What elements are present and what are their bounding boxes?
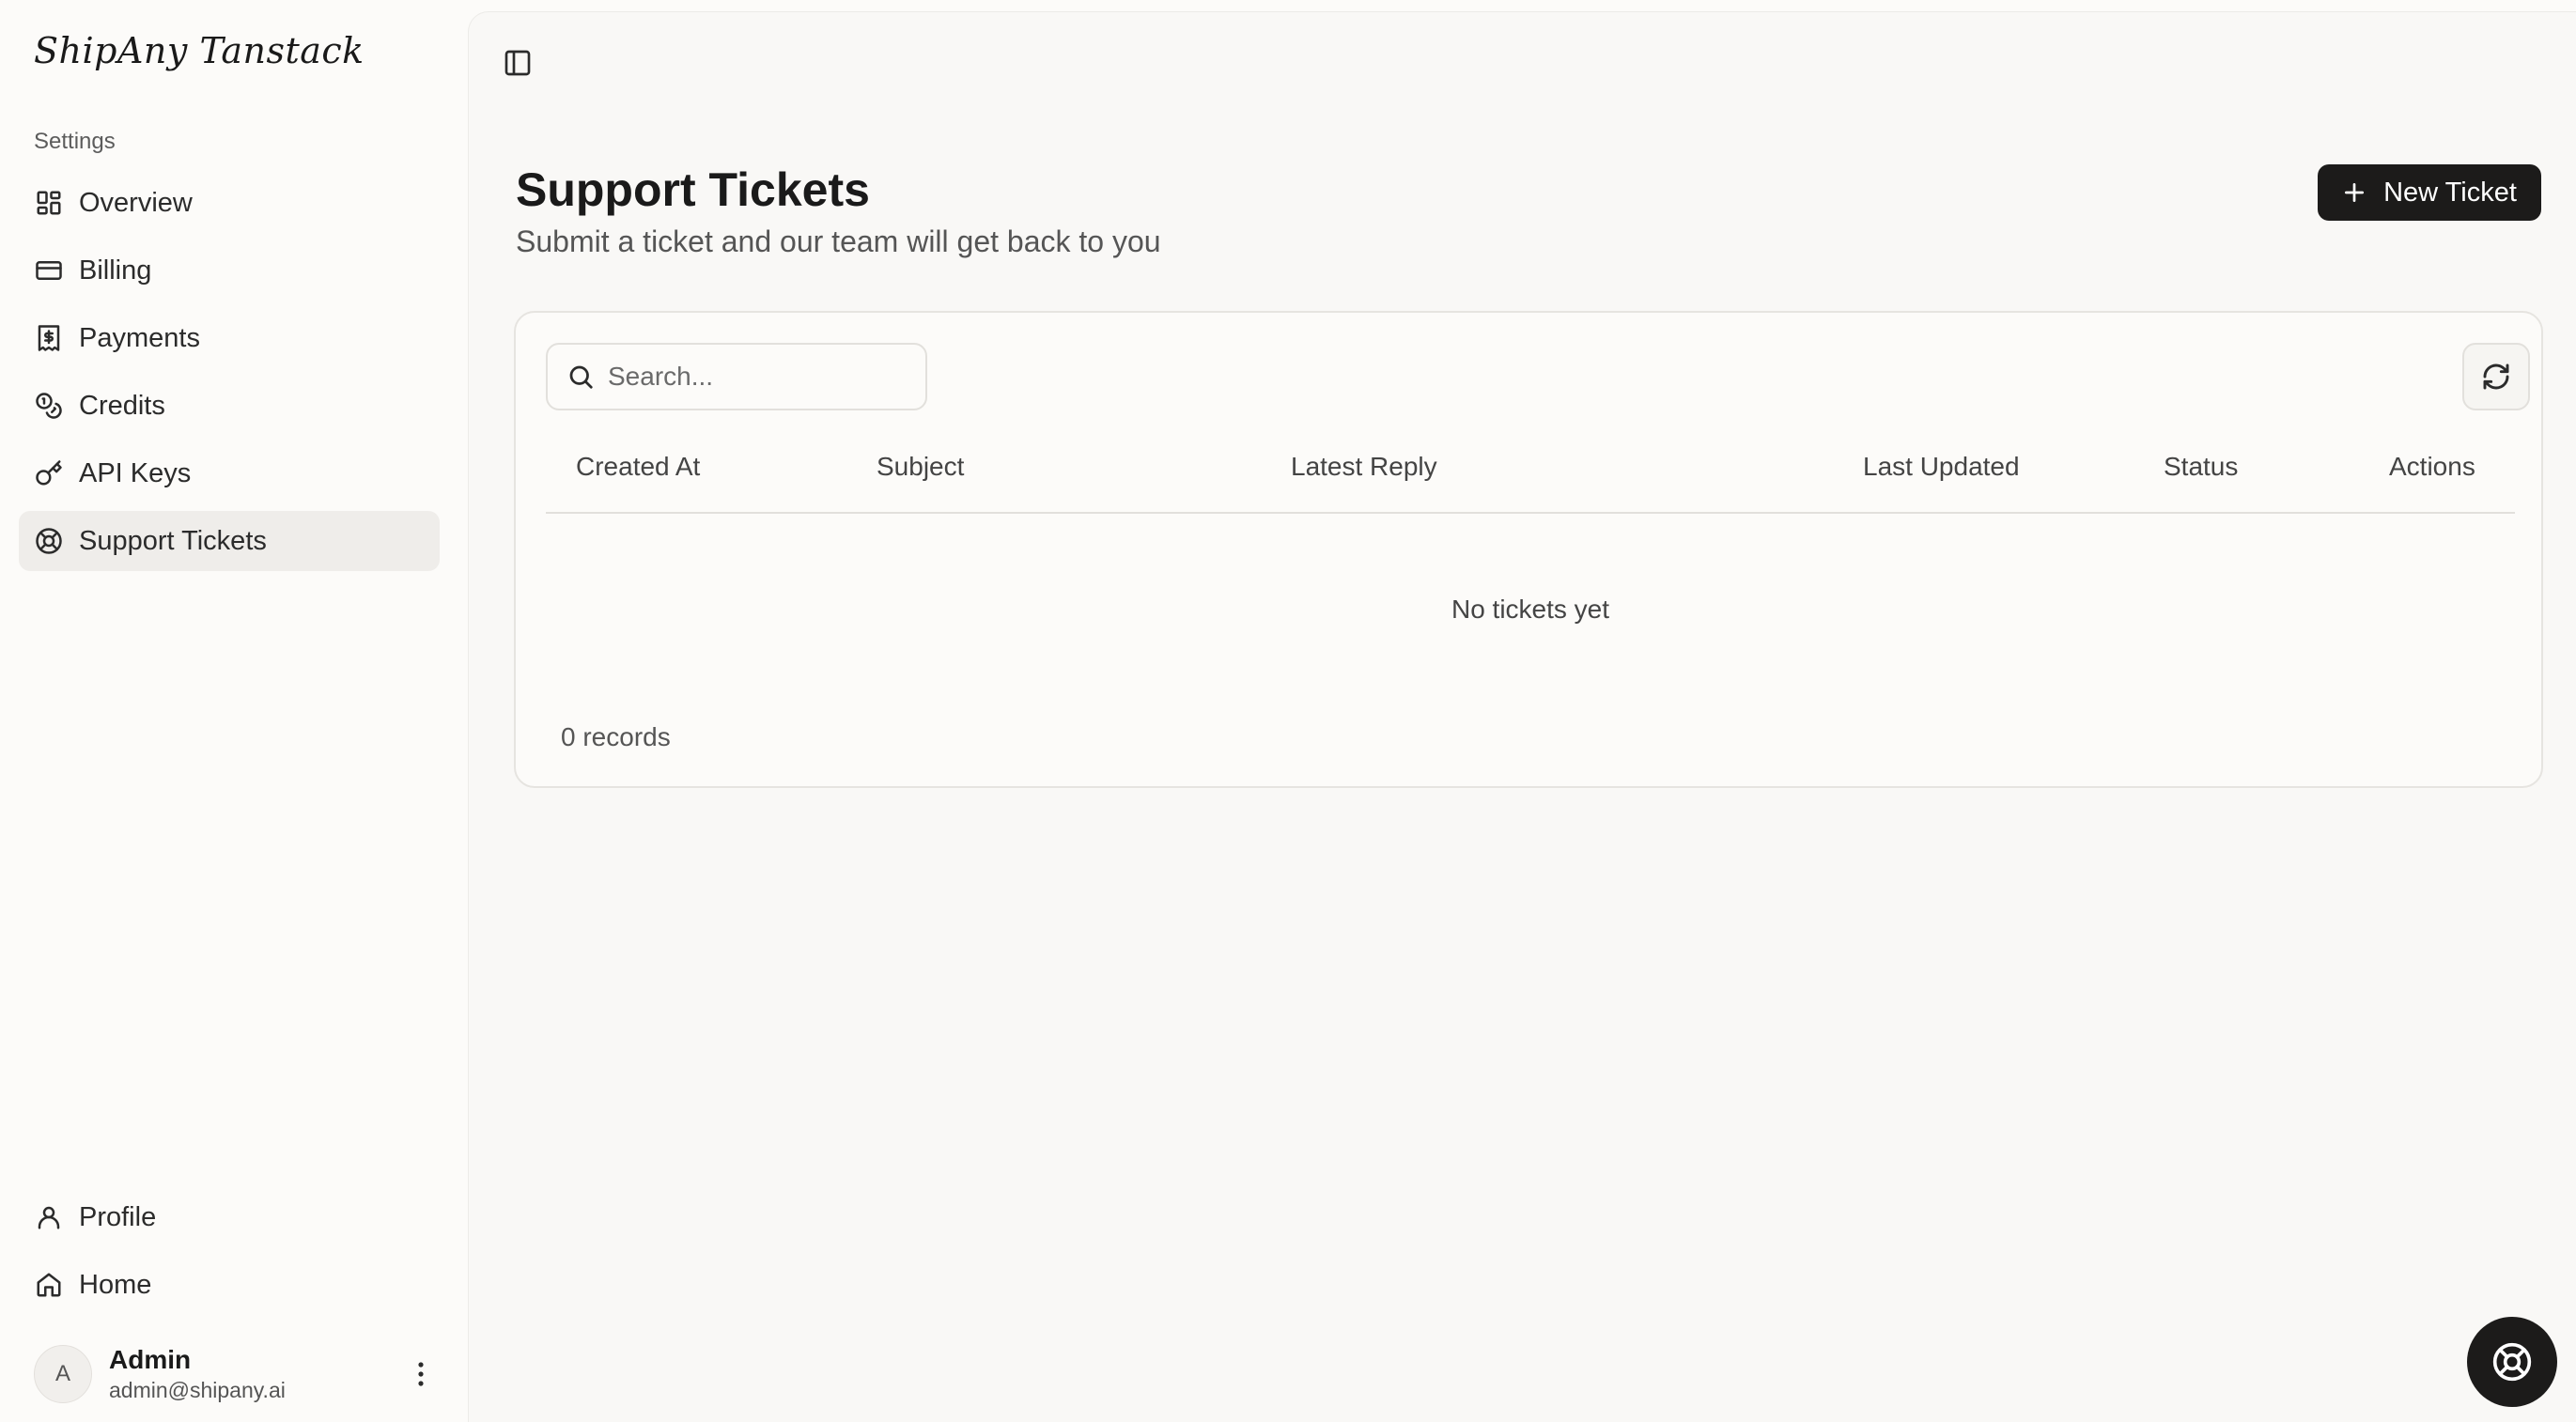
avatar: A [34,1345,92,1403]
sidebar-item-home[interactable]: Home [19,1255,440,1315]
new-ticket-button-label: New Ticket [2383,177,2517,208]
sidebar-item-credits[interactable]: Credits [19,376,440,436]
sidebar-item-label: Billing [79,255,152,286]
refresh-button[interactable] [2462,343,2530,410]
records-count: 0 records [561,722,671,751]
sidebar-item-billing[interactable]: Billing [19,240,440,301]
sidebar-item-label: Overview [79,187,193,218]
page-subtitle: Submit a ticket and our team will get ba… [516,224,1161,258]
key-icon [34,458,64,488]
more-vertical-icon[interactable] [402,1355,440,1393]
sidebar-item-api-keys[interactable]: API Keys [19,443,440,503]
page-title: Support Tickets [516,163,870,216]
coins-icon [34,391,64,421]
main-content: Support Tickets Submit a ticket and our … [468,11,2576,1422]
sidebar-bottom-nav: Profile Home [19,1187,440,1322]
user-name: Admin [109,1345,192,1374]
tickets-card: Created At Subject Latest Reply Last Upd… [514,311,2543,788]
user-icon [34,1202,64,1232]
column-header-subject[interactable]: Subject [877,452,964,482]
sidebar-item-label: Support Tickets [79,525,267,556]
sidebar-item-label: Home [79,1269,152,1300]
sidebar-item-overview[interactable]: Overview [19,173,440,233]
layout-dashboard-icon [34,188,64,218]
search-icon [569,365,593,389]
user-menu[interactable]: A Admin admin@shipany.ai [34,1341,440,1407]
life-buoy-icon [34,526,64,556]
sidebar-item-label: API Keys [79,457,192,488]
sidebar-item-label: Credits [79,390,165,421]
user-info: Admin admin@shipany.ai [109,1344,402,1404]
search-input[interactable] [608,362,918,392]
life-buoy-icon [2492,1342,2532,1382]
receipt-dollar-icon [34,323,64,353]
sidebar-toggle-button[interactable] [501,46,535,80]
support-fab-button[interactable] [2467,1317,2557,1407]
user-email: admin@shipany.ai [109,1378,286,1402]
column-header-actions: Actions [2389,452,2475,481]
column-header-latest-reply[interactable]: Latest Reply [1291,452,1437,482]
sidebar-item-payments[interactable]: Payments [19,308,440,368]
sidebar-nav: Overview Billing Payments Credits API Ke… [19,173,440,579]
table-header: Created At Subject Latest Reply Last Upd… [546,452,2515,514]
column-header-last-updated[interactable]: Last Updated [1863,452,2020,482]
sidebar-item-label: Payments [79,322,200,353]
panel-left-icon [504,50,531,76]
plus-icon [2345,182,2365,203]
search-box[interactable] [546,343,927,410]
refresh-icon [2483,363,2509,390]
column-header-status[interactable]: Status [2164,452,2238,482]
sidebar-item-profile[interactable]: Profile [19,1187,440,1247]
new-ticket-button[interactable]: New Ticket [2318,164,2541,221]
sidebar: ShipAny Tanstack Settings Overview Billi… [0,0,466,1422]
home-icon [34,1270,64,1300]
sidebar-group-label: Settings [34,129,116,154]
column-header-created-at[interactable]: Created At [576,452,700,482]
sidebar-item-label: Profile [79,1201,157,1232]
table-empty-state: No tickets yet [1451,595,1610,624]
credit-card-icon [34,255,64,286]
app-brand[interactable]: ShipAny Tanstack [34,30,365,71]
sidebar-item-support-tickets[interactable]: Support Tickets [19,511,440,571]
